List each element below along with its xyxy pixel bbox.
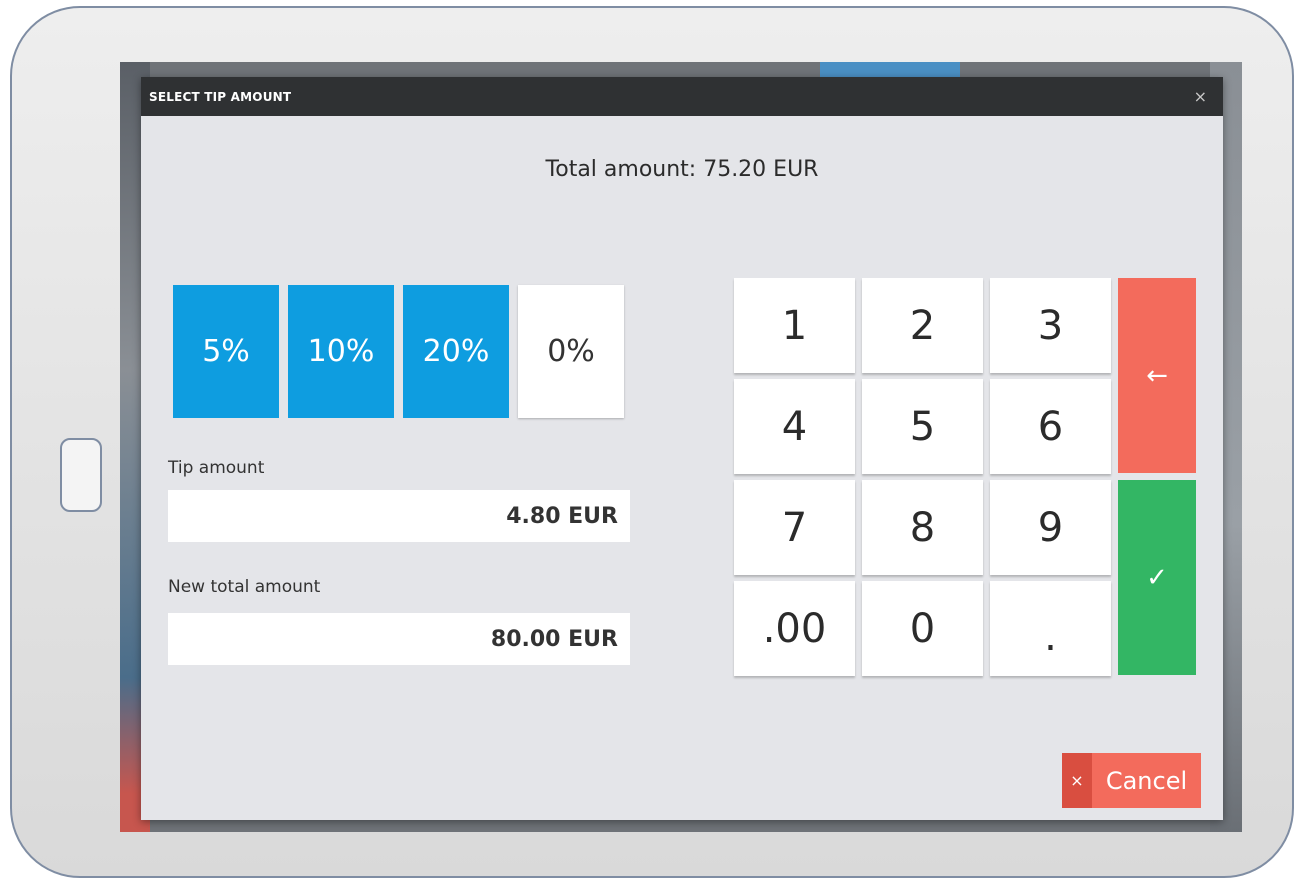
keypad-key-4[interactable]: 4 xyxy=(734,379,855,474)
keypad-key-8[interactable]: 8 xyxy=(862,480,983,575)
tip-amount-field[interactable]: 4.80 EUR xyxy=(168,490,630,542)
check-icon: ✓ xyxy=(1146,562,1168,593)
tip-10-percent-button[interactable]: 10% xyxy=(288,285,394,418)
dialog-header: SELECT TIP AMOUNT × xyxy=(141,77,1223,116)
tablet-home-button xyxy=(60,438,102,512)
dialog-title: SELECT TIP AMOUNT xyxy=(149,89,292,104)
cancel-label: Cancel xyxy=(1092,753,1201,808)
total-amount: Total amount: 75.20 EUR xyxy=(545,157,819,182)
keypad-key-7[interactable]: 7 xyxy=(734,480,855,575)
keypad-key-decimal[interactable]: . xyxy=(990,581,1111,676)
tip-0-percent-button[interactable]: 0% xyxy=(518,285,624,418)
background-blur-top xyxy=(820,62,960,78)
cancel-button[interactable]: × Cancel xyxy=(1062,753,1201,808)
keypad-key-3[interactable]: 3 xyxy=(990,278,1111,373)
keypad-key-2[interactable]: 2 xyxy=(862,278,983,373)
close-icon: × xyxy=(1062,753,1092,808)
tip-5-percent-button[interactable]: 5% xyxy=(173,285,279,418)
keypad-key-5[interactable]: 5 xyxy=(862,379,983,474)
new-total-label: New total amount xyxy=(168,577,321,597)
tip-amount-label: Tip amount xyxy=(168,458,265,478)
numeric-keypad: 1 2 3 4 5 6 7 8 9 .00 0 . xyxy=(734,278,1111,676)
keypad-key-1[interactable]: 1 xyxy=(734,278,855,373)
keypad-key-6[interactable]: 6 xyxy=(990,379,1111,474)
new-total-field[interactable]: 80.00 EUR xyxy=(168,613,630,665)
tip-percentage-options: 5% 10% 20% 0% xyxy=(173,285,624,418)
keypad-key-9[interactable]: 9 xyxy=(990,480,1111,575)
arrow-left-icon: ← xyxy=(1146,360,1168,391)
keypad-key-0[interactable]: 0 xyxy=(862,581,983,676)
close-icon[interactable]: × xyxy=(1194,87,1207,106)
confirm-button[interactable]: ✓ xyxy=(1118,480,1196,675)
keypad-key-double-zero[interactable]: .00 xyxy=(734,581,855,676)
backspace-button[interactable]: ← xyxy=(1118,278,1196,473)
tip-20-percent-button[interactable]: 20% xyxy=(403,285,509,418)
tip-dialog: SELECT TIP AMOUNT × Total amount: 75.20 … xyxy=(141,77,1223,820)
